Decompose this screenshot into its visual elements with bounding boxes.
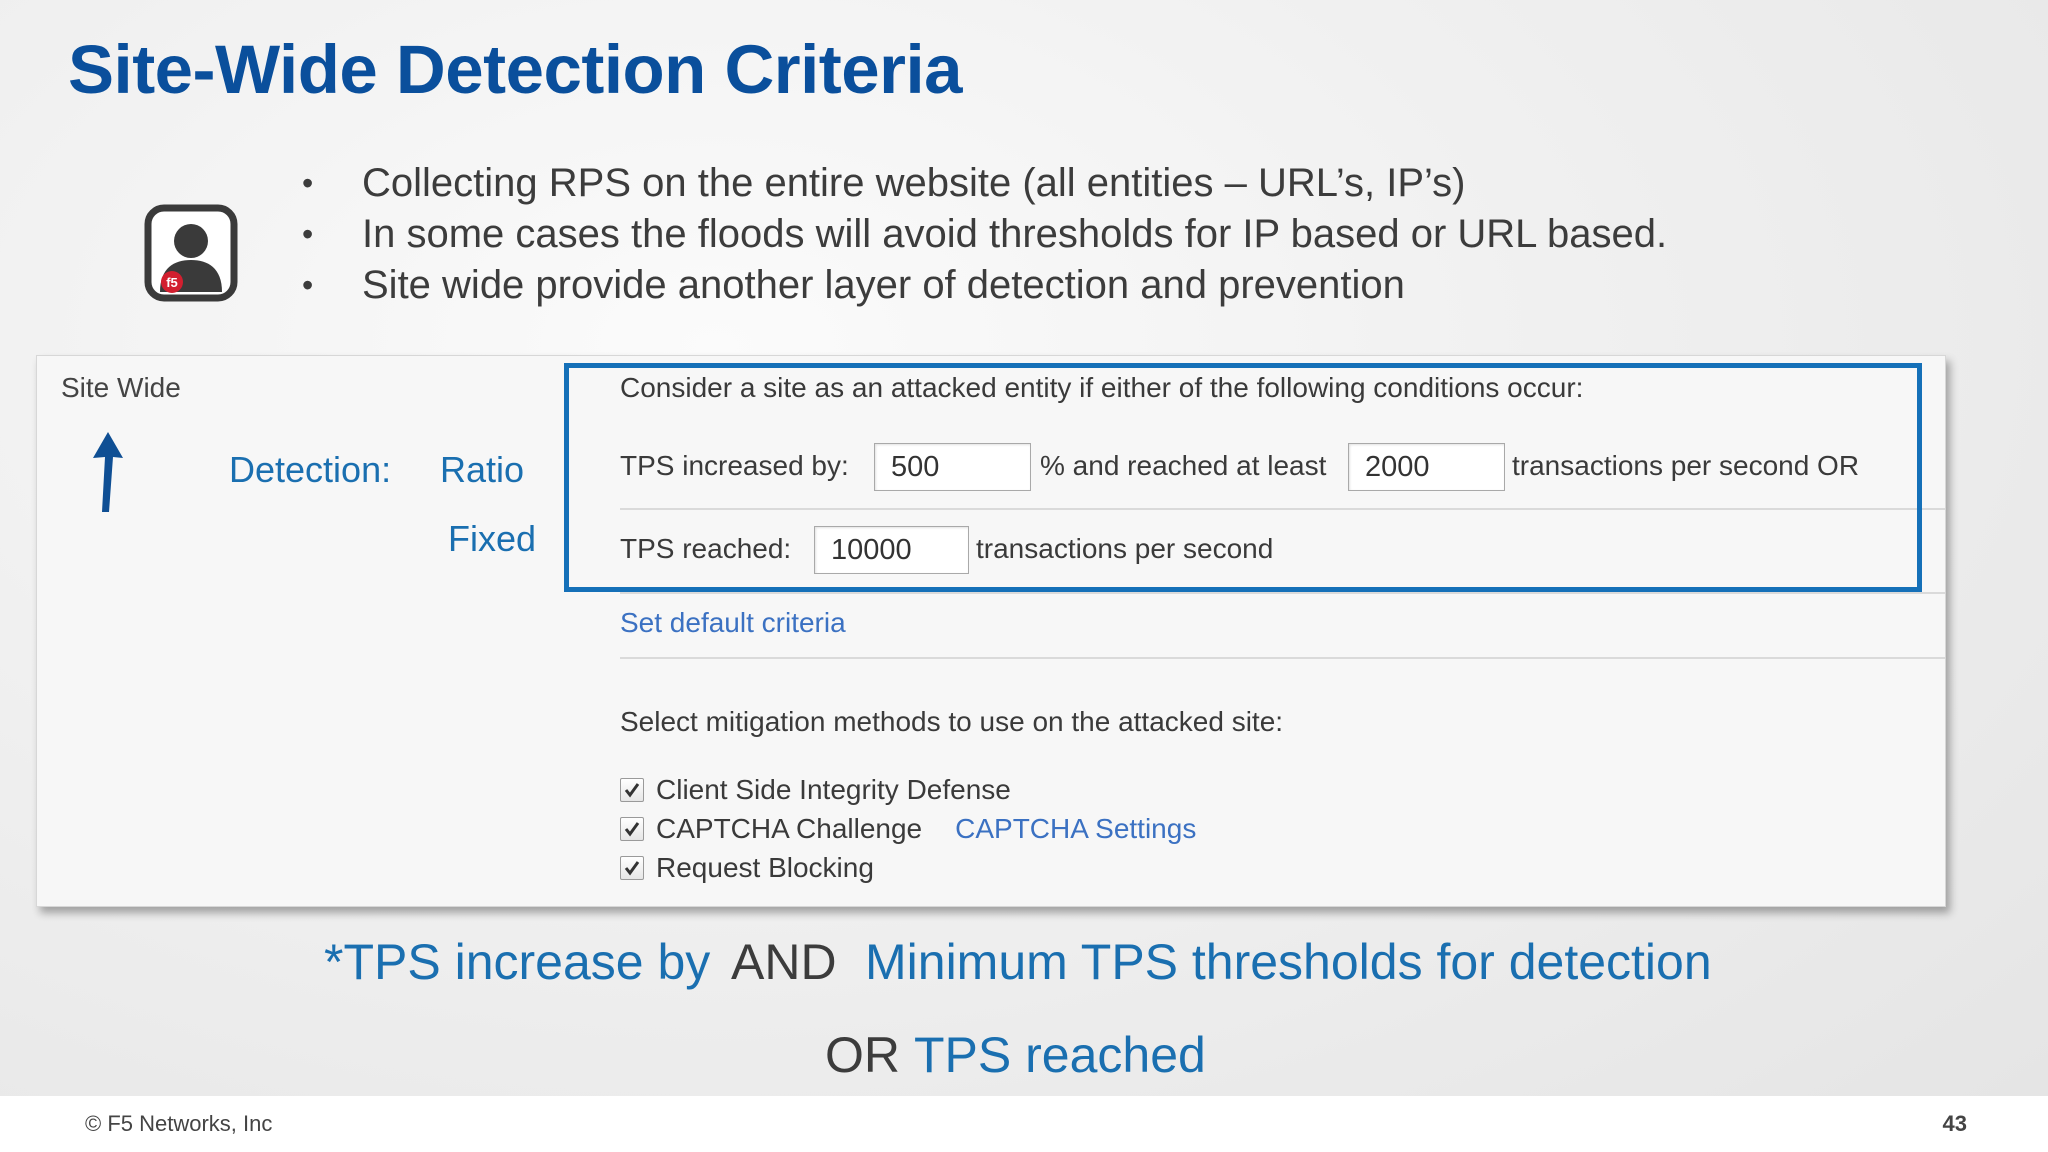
bullet-item: • Collecting RPS on the entire website (a…: [300, 158, 1667, 209]
ratio-label: Ratio: [440, 449, 525, 490]
mitigation-label: Request Blocking: [656, 852, 874, 883]
bullet-text: In some cases the floods will avoid thre…: [362, 212, 1668, 256]
bullet-dot: •: [302, 216, 314, 252]
mitigation-option-captcha: CAPTCHA Challenge CAPTCHA Settings: [620, 813, 1196, 845]
note-or: OR: [825, 1027, 900, 1083]
bullet-text: Collecting RPS on the entire website (al…: [362, 161, 1466, 205]
site-wide-label: Site Wide: [61, 372, 181, 403]
mitigation-label: Client Side Integrity Defense: [656, 774, 1011, 805]
mitigation-option-blocking: Request Blocking: [620, 852, 874, 884]
page-title: Site-Wide Detection Criteria: [68, 31, 963, 108]
bullet-item: • Site wide provide another layer of dete…: [300, 260, 1667, 311]
page-number: 43: [1942, 1111, 1967, 1136]
checkbox-checked-icon[interactable]: [620, 817, 644, 841]
divider: [620, 592, 1945, 594]
captcha-settings-link[interactable]: CAPTCHA Settings: [955, 813, 1196, 845]
bullet-dot: •: [302, 267, 314, 303]
slide-footer: © F5 Networks, Inc 43: [0, 1096, 2048, 1152]
up-arrow-icon: [93, 432, 123, 512]
checkbox-checked-icon[interactable]: [620, 778, 644, 802]
criteria-highlight-box: [564, 363, 1922, 592]
mitigation-label: CAPTCHA Challenge: [656, 813, 923, 844]
divider: [620, 657, 1945, 659]
mitigation-heading: Select mitigation methods to use on the …: [620, 706, 1284, 737]
bullet-dot: •: [302, 165, 314, 201]
copyright: © F5 Networks, Inc: [85, 1111, 273, 1136]
bullet-item: • In some cases the floods will avoid thr…: [300, 209, 1667, 260]
note-tps-increase: *TPS increase by: [324, 934, 711, 990]
set-default-criteria-link[interactable]: Set default criteria: [620, 607, 846, 639]
note-min-thresholds: Minimum TPS thresholds for detection: [865, 934, 1712, 990]
detection-label: Detection:: [229, 449, 392, 490]
mitigation-option-csid: Client Side Integrity Defense: [620, 774, 1011, 806]
f5-badge: f5: [166, 275, 178, 290]
site-wide-settings-panel: Site Wide Detection: Ratio Fixed Conside…: [36, 355, 1946, 907]
note-tps-reached: TPS reached: [914, 1027, 1206, 1083]
user-silhouette-icon: f5: [144, 204, 238, 302]
checkbox-checked-icon[interactable]: [620, 856, 644, 880]
note-and: AND: [731, 934, 837, 990]
fixed-label: Fixed: [448, 518, 537, 559]
bullet-list: • Collecting RPS on the entire website (a…: [300, 158, 1667, 311]
bullet-text: Site wide provide another layer of detec…: [362, 263, 1405, 307]
